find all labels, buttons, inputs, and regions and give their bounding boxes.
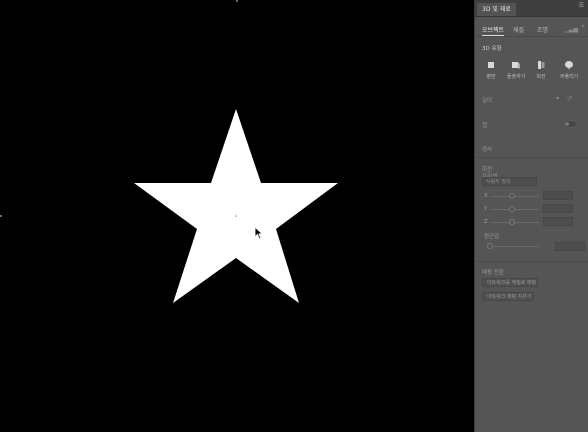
tool-extrude-label: 돌출하기 [507,74,526,80]
tool-revolve-label: 회전 [536,74,546,80]
mapping-label: 매핑 전환 [482,270,504,276]
divider [475,261,588,262]
axis-y-label: Y [484,206,488,212]
x-value-field[interactable] [543,191,573,200]
preset-select[interactable]: 사용자 정의 [482,177,537,186]
clear-mapping-button[interactable]: 아트워크 매핑 지우기 [482,292,534,301]
axis-x-label: X [484,193,488,199]
tab-lighting[interactable]: 조명 [537,25,548,34]
subtabs: 오브젝트 재질 조명 ▁▃▅ » [475,20,588,36]
tool-inflate-label: 부풀리기 [560,74,579,80]
tab-object[interactable]: 오브젝트 [482,25,505,36]
perspective-slider-track[interactable] [493,246,539,247]
menu-icon[interactable]: ☰ [579,2,584,9]
bevel-label: 경사 [482,147,493,153]
mouse-cursor-icon [254,226,264,240]
divider [475,36,588,37]
z-slider-knob[interactable] [509,219,515,225]
y-slider-track[interactable] [491,209,539,210]
section-3d-type-label: 3D 유형 [482,46,502,52]
tab-3d-materials[interactable]: 3D 및 재료 [477,3,516,16]
z-value-field[interactable] [543,217,573,226]
collapse-icon[interactable]: » [581,23,585,30]
top-handle [236,0,238,2]
render-options-icon[interactable]: ▁▃▅ [564,26,578,33]
divider [475,157,588,158]
star-shape[interactable] [0,0,474,432]
tool-extrude[interactable]: 돌출하기 [507,60,525,80]
tool-inflate[interactable]: 부풀리기 [560,60,578,80]
revolve-icon [538,61,545,69]
inflate-icon [565,61,573,70]
tool-plane-label: 평면 [486,74,496,80]
3d-materials-panel: 3D 및 재료 ☰ 오브젝트 재질 조명 ▁▃▅ » 3D 유형 평면 돌출하기… [474,0,588,432]
left-handle [0,215,2,217]
cap-toggle[interactable] [563,120,577,128]
reset-icon[interactable]: ↺ [567,95,572,102]
y-slider-knob[interactable] [509,206,515,212]
link-icon[interactable]: ⚭ [555,95,560,102]
tool-revolve[interactable]: 회전 [532,60,550,80]
map-artwork-button[interactable]: 아트워크를 재질로 매핑 [482,278,538,287]
x-slider-track[interactable] [491,196,539,197]
star-polygon[interactable] [134,109,338,303]
panel-tabbar: 3D 및 재료 ☰ [475,0,588,17]
tab-material[interactable]: 재질 [513,25,524,34]
depth-label: 깊이 [482,98,493,104]
z-slider-track[interactable] [491,222,539,223]
x-slider-knob[interactable] [509,193,515,199]
axis-z-label: Z [484,219,488,225]
extrude-icon [512,62,520,69]
artboard-canvas[interactable] [0,0,474,432]
cap-label: 캡 [482,123,488,129]
tool-plane[interactable]: 평면 [482,60,500,80]
center-point [235,215,237,217]
perspective-label: 원근감 [484,234,500,240]
plane-icon [488,62,494,68]
perspective-value-field[interactable] [555,242,585,251]
y-value-field[interactable] [543,204,573,213]
